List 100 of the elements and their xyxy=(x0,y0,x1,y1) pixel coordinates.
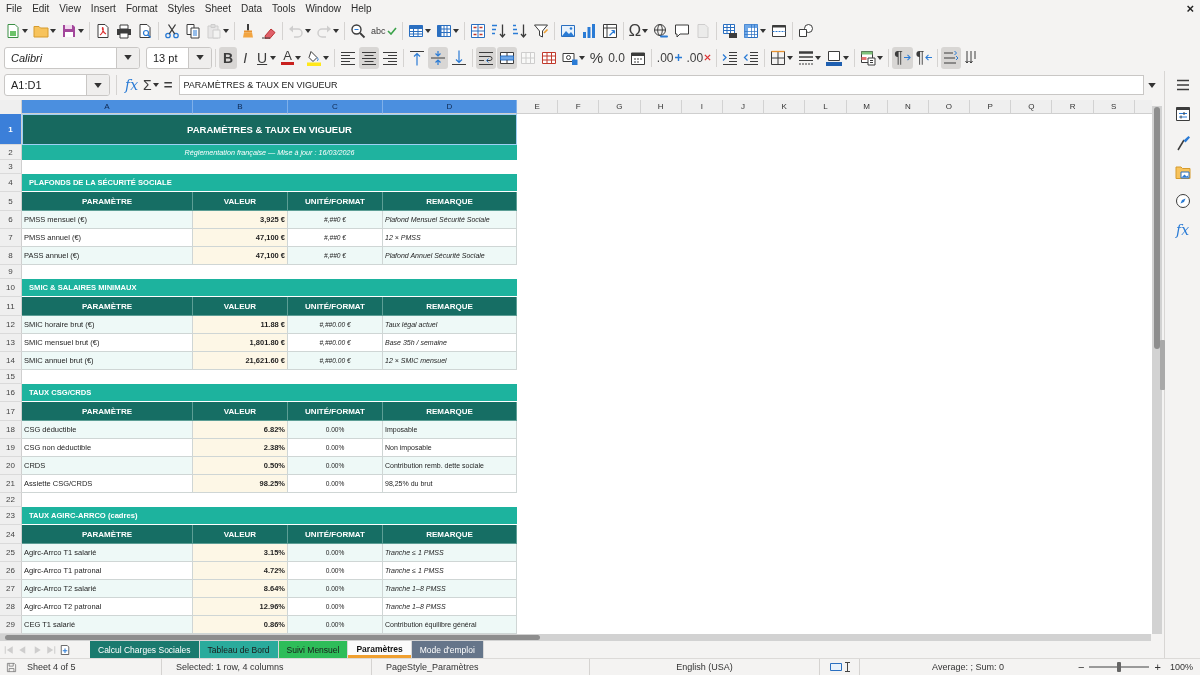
row-header[interactable]: 11 xyxy=(0,297,22,316)
function-wizard-button[interactable]: fx xyxy=(123,74,141,96)
column-heading: VALEUR xyxy=(193,402,288,421)
menu-item[interactable]: Insert xyxy=(85,1,121,17)
row-header[interactable]: 22 xyxy=(0,493,22,507)
page-plus-icon xyxy=(59,643,71,656)
column-heading: UNITÉ/FORMAT xyxy=(288,525,383,544)
horizontal-scrollbar[interactable] xyxy=(0,634,1152,641)
vertical-scrollbar[interactable] xyxy=(1152,106,1162,634)
name-box[interactable]: A1:D1 xyxy=(4,74,110,96)
compass-icon xyxy=(1174,193,1191,209)
menu-item[interactable]: Window xyxy=(300,1,346,17)
spelling-button[interactable]: abc xyxy=(369,20,399,42)
pdf-document-icon xyxy=(95,23,111,39)
column-header[interactable]: C xyxy=(288,100,383,114)
menu-item[interactable]: View xyxy=(54,1,86,17)
wrap-text-button[interactable] xyxy=(475,46,496,69)
menu-item[interactable]: Sheet xyxy=(199,1,236,17)
font-size-field[interactable]: 13 pt xyxy=(146,46,212,69)
column-heading: VALEUR xyxy=(193,525,288,544)
arrow-left-icon xyxy=(925,54,933,61)
scrollbar-thumb[interactable] xyxy=(1154,107,1160,349)
column-header[interactable]: B xyxy=(193,100,288,114)
document-icon xyxy=(695,23,712,39)
row-header[interactable]: 20 xyxy=(0,457,22,475)
close-button[interactable]: × xyxy=(1180,1,1200,17)
merge-center-button[interactable] xyxy=(496,46,517,69)
formula-button[interactable]: = xyxy=(161,74,175,96)
row-header[interactable]: 29 xyxy=(0,616,22,634)
left-to-right-button[interactable]: ¶ xyxy=(892,46,913,69)
menu-item[interactable]: Edit xyxy=(27,1,55,17)
column-header[interactable]: A xyxy=(22,100,193,114)
add-decimal-button[interactable]: .00 xyxy=(654,46,684,69)
right-to-left-button[interactable]: ¶ xyxy=(913,46,935,69)
frozen-table-icon xyxy=(743,23,760,39)
selection-info: Selected: 1 row, 4 columns xyxy=(176,662,284,672)
row-header[interactable]: 17 xyxy=(0,402,22,421)
row-header[interactable]: 25 xyxy=(0,544,22,562)
menu-item[interactable]: File xyxy=(0,1,28,17)
row-header[interactable]: 26 xyxy=(0,562,22,580)
sort-table-icon xyxy=(469,23,486,39)
sliders-panel-icon xyxy=(1174,106,1191,122)
row-header[interactable]: 2 xyxy=(0,145,22,160)
text-left-to-right-button[interactable] xyxy=(941,46,962,69)
underline-button[interactable]: U xyxy=(253,46,279,69)
row-header[interactable]: 19 xyxy=(0,439,22,457)
row-header[interactable]: 6 xyxy=(0,211,22,229)
sum-button[interactable]: Σ xyxy=(141,74,161,96)
row-header[interactable]: 27 xyxy=(0,580,22,598)
functions-button[interactable]: fx xyxy=(1173,219,1192,241)
dropdown-button[interactable] xyxy=(188,47,211,68)
align-center-button[interactable] xyxy=(358,46,379,69)
menu-item[interactable]: Data xyxy=(235,1,268,17)
menu-item[interactable]: Tools xyxy=(267,1,301,17)
row-header[interactable]: 9 xyxy=(0,265,22,279)
dropdown-button[interactable] xyxy=(116,47,139,68)
row-header[interactable]: 13 xyxy=(0,334,22,352)
sheet-tab[interactable]: Suivi Mensuel xyxy=(278,641,349,658)
delete-decimal-button[interactable]: .00 xyxy=(684,46,714,69)
sheet-tab[interactable]: Mode d'emploi xyxy=(411,641,484,658)
row-header[interactable]: 15 xyxy=(0,370,22,384)
sheet-tab[interactable]: Paramètres xyxy=(348,641,412,658)
row-header[interactable]: 12 xyxy=(0,316,22,334)
row-header[interactable]: 14 xyxy=(0,352,22,370)
menu-item[interactable]: Format xyxy=(120,1,163,17)
wrap-text-icon xyxy=(477,49,494,66)
special-character-button[interactable]: Ω xyxy=(626,20,651,42)
row-header[interactable]: 28 xyxy=(0,598,22,616)
slider-thumb[interactable] xyxy=(1117,662,1122,672)
standard-number-button[interactable]: 0.0 xyxy=(606,46,627,69)
zoom-in-button[interactable]: + xyxy=(1152,660,1163,674)
row-header[interactable]: 7 xyxy=(0,229,22,247)
row-header[interactable]: 24 xyxy=(0,525,22,544)
speech-bubble-icon xyxy=(674,23,691,39)
printer-icon xyxy=(116,23,132,39)
formula-input[interactable]: PARAMÈTRES & TAUX EN VIGUEUR xyxy=(178,75,1145,95)
font-name-field[interactable]: Calibri xyxy=(4,46,140,69)
font-color-button[interactable]: A xyxy=(279,46,303,69)
row-header[interactable]: 3 xyxy=(0,160,22,174)
scrollbar-thumb[interactable] xyxy=(5,635,540,640)
row-header[interactable]: 8 xyxy=(0,247,22,265)
zoom-out-button[interactable]: − xyxy=(1076,660,1087,674)
row-header[interactable]: 1 xyxy=(0,114,22,145)
caret-icon[interactable] xyxy=(1148,82,1157,88)
row-header[interactable]: 18 xyxy=(0,421,22,439)
menu-item[interactable]: Help xyxy=(346,1,377,17)
menu-item[interactable]: Styles xyxy=(162,1,200,17)
calendar-icon xyxy=(629,49,646,66)
dropdown-button[interactable] xyxy=(86,75,109,95)
sidebar-collapse-handle[interactable] xyxy=(1160,340,1166,390)
bold-button[interactable]: B xyxy=(219,46,238,69)
bar-chart-icon xyxy=(580,23,597,39)
row-header[interactable]: 21 xyxy=(0,475,22,493)
sheet-tab[interactable]: Calcul Charges Sociales xyxy=(90,641,200,658)
column-header[interactable]: D xyxy=(383,100,517,114)
sheet-tab[interactable]: Tableau de Bord xyxy=(199,641,279,658)
row-header[interactable]: 5 xyxy=(0,192,22,211)
percent-button[interactable]: % xyxy=(587,46,606,69)
italic-button[interactable]: I xyxy=(238,46,252,69)
align-left-icon xyxy=(339,49,356,66)
